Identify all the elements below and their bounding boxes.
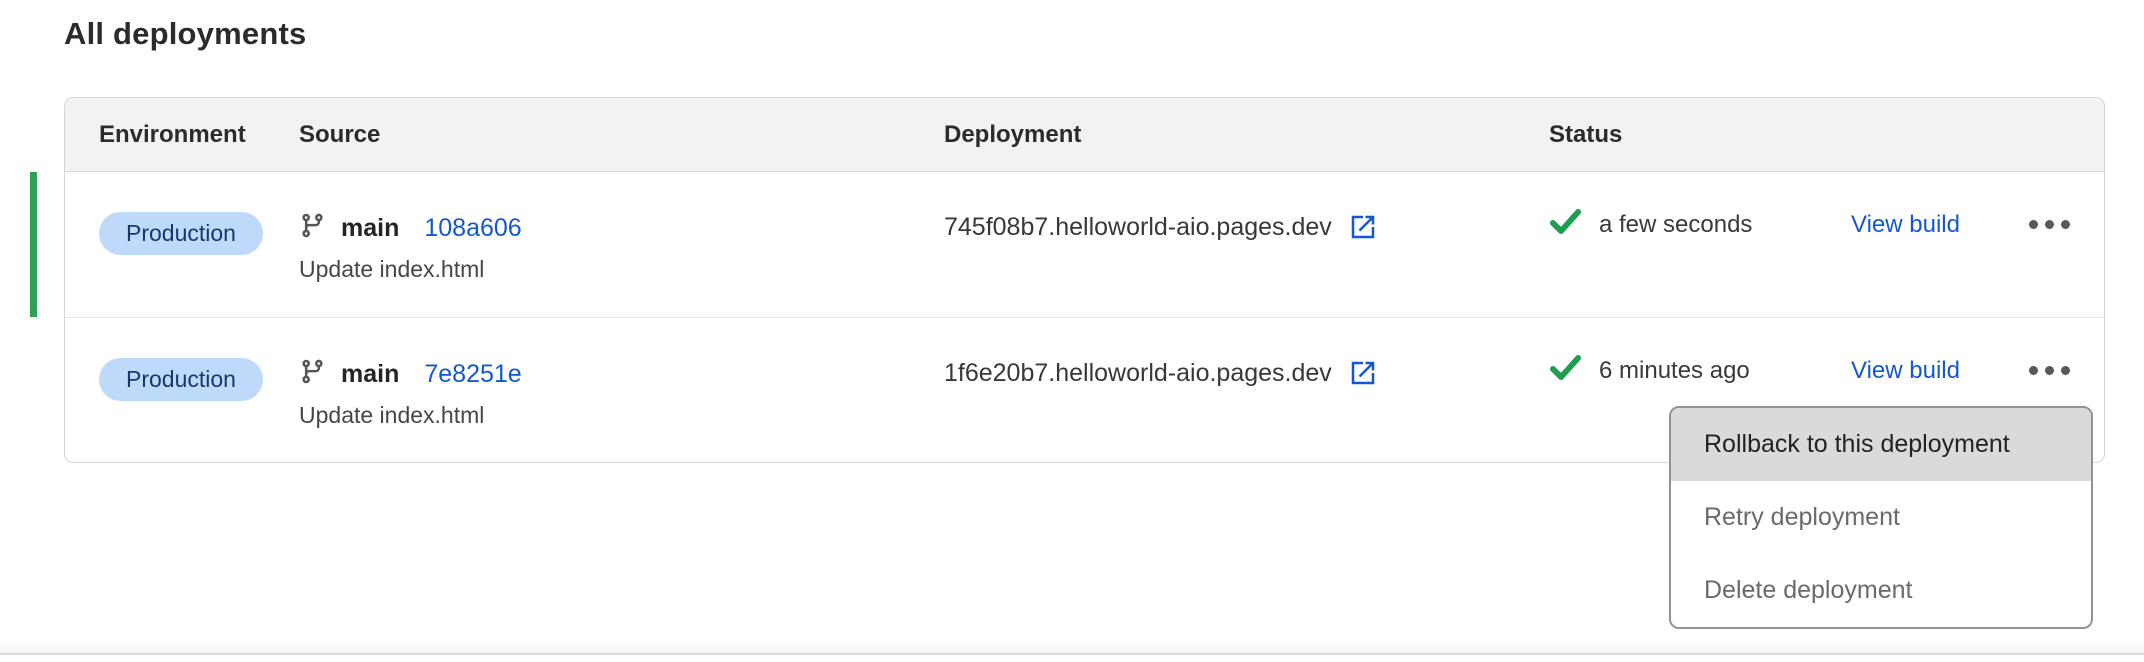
section-bottom-band	[0, 638, 2144, 653]
source-cell: main 7e8251e Update index.html	[299, 318, 944, 429]
success-check-icon	[1549, 208, 1582, 241]
row-actions-menu-button[interactable]	[2023, 210, 2076, 239]
section-divider	[0, 653, 2144, 655]
menu-item-rollback[interactable]: Rollback to this deployment	[1671, 408, 2091, 481]
status-cell: 6 minutes ago View build	[1549, 318, 2104, 387]
ellipsis-icon	[2029, 366, 2038, 375]
branch-name: main	[341, 360, 399, 389]
commit-message: Update index.html	[299, 402, 944, 429]
ellipsis-icon	[2029, 220, 2038, 229]
environment-badge: Production	[99, 358, 263, 401]
menu-item-delete[interactable]: Delete deployment	[1671, 554, 2091, 627]
column-header-environment: Environment	[99, 121, 299, 149]
environment-cell: Production	[99, 172, 299, 255]
environment-cell: Production	[99, 318, 299, 401]
view-build-link[interactable]: View build	[1851, 357, 2019, 385]
status-time: a few seconds	[1599, 211, 1752, 239]
git-branch-icon	[299, 358, 326, 390]
column-header-deployment: Deployment	[944, 121, 1549, 149]
table-header-row: Environment Source Deployment Status	[65, 98, 2104, 172]
deployment-cell: 745f08b7.helloworld-aio.pages.dev	[944, 172, 1549, 242]
git-branch-icon	[299, 212, 326, 244]
row-actions-menu-button[interactable]	[2023, 356, 2076, 385]
table-row: Production main 108a606 Update index.htm…	[65, 172, 2104, 318]
source-cell: main 108a606 Update index.html	[299, 172, 944, 283]
external-link-icon[interactable]	[1348, 358, 1378, 388]
status-time: 6 minutes ago	[1599, 357, 1750, 385]
page-title: All deployments	[64, 16, 306, 52]
deployment-cell: 1f6e20b7.helloworld-aio.pages.dev	[944, 318, 1549, 388]
external-link-icon[interactable]	[1348, 212, 1378, 242]
menu-item-retry[interactable]: Retry deployment	[1671, 481, 2091, 554]
column-header-source: Source	[299, 121, 944, 149]
status-cell: a few seconds View build	[1549, 172, 2104, 241]
view-build-link[interactable]: View build	[1851, 211, 2019, 239]
deployment-actions-menu: Rollback to this deployment Retry deploy…	[1669, 406, 2093, 629]
current-deployment-indicator	[30, 172, 37, 317]
branch-name: main	[341, 214, 399, 243]
commit-message: Update index.html	[299, 256, 944, 283]
deployments-page: All deployments Environment Source Deplo…	[0, 0, 2144, 662]
column-header-status: Status	[1549, 121, 2104, 149]
commit-link[interactable]: 7e8251e	[424, 360, 521, 389]
environment-badge: Production	[99, 212, 263, 255]
success-check-icon	[1549, 354, 1582, 387]
commit-link[interactable]: 108a606	[424, 214, 521, 243]
deployment-url: 745f08b7.helloworld-aio.pages.dev	[944, 213, 1332, 242]
deployment-url: 1f6e20b7.helloworld-aio.pages.dev	[944, 359, 1332, 388]
